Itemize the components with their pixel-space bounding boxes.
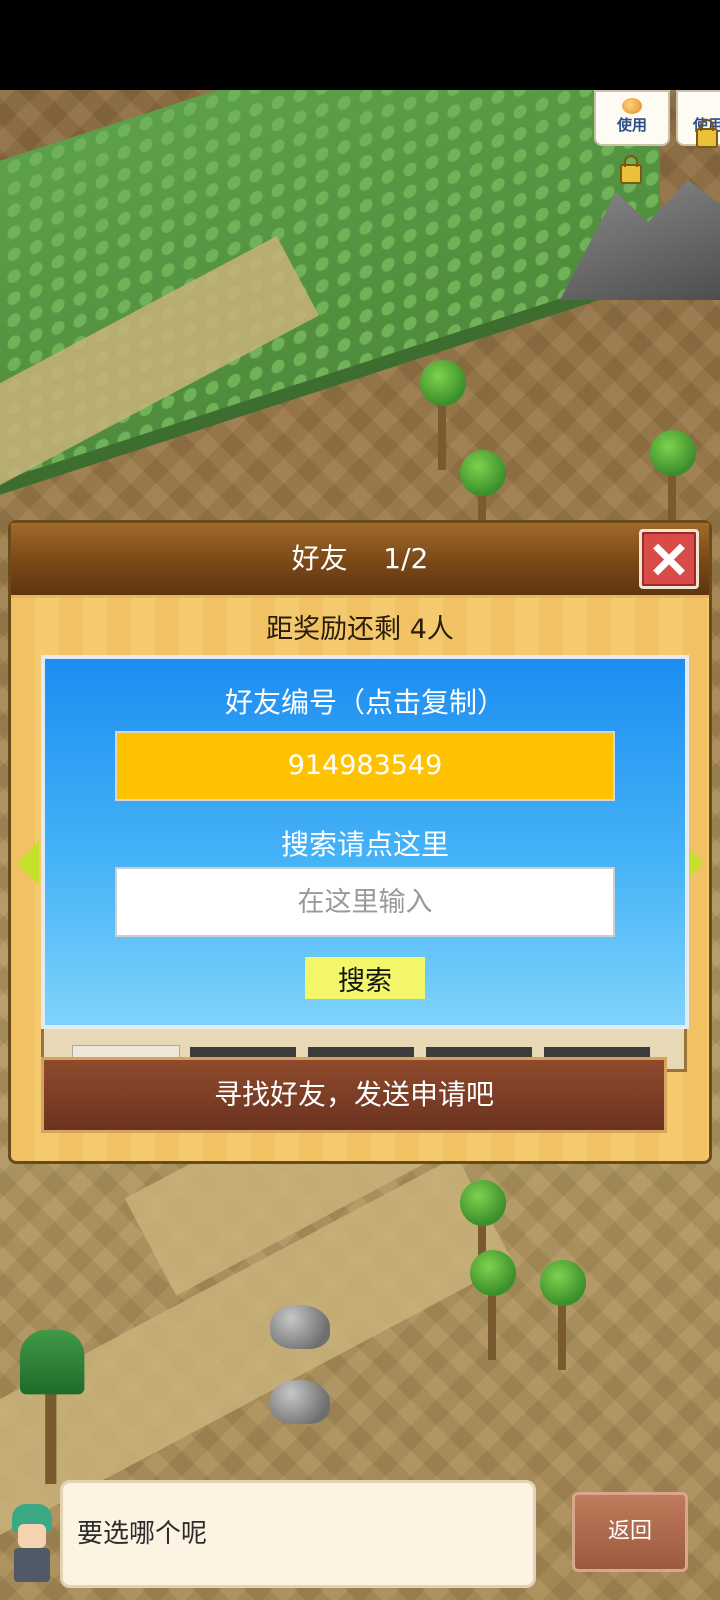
search-button[interactable]: 搜索 (305, 957, 425, 999)
status-bar (0, 0, 720, 90)
use-item-badge[interactable]: 使用 (594, 90, 670, 146)
friend-id-copy-button[interactable]: 914983549 (115, 731, 615, 801)
fruit-icon (622, 98, 642, 114)
search-hint: 搜索请点这里 (280, 828, 449, 861)
lock-icon (696, 119, 718, 148)
arrow-left-icon[interactable] (17, 841, 39, 885)
close-button[interactable] (639, 529, 699, 589)
rock (270, 1305, 330, 1349)
find-friends-banner[interactable]: 寻找好友，发送申请吧 (41, 1057, 667, 1133)
dialog-title: 好友 (291, 542, 348, 575)
bottom-message-bar: 要选哪个呢 返回 (0, 1474, 720, 1600)
back-button[interactable]: 返回 (572, 1492, 688, 1572)
reward-remaining-text: 距奖励还剩 4人 (266, 614, 454, 645)
dialog-header: 好友 1/2 (11, 523, 709, 598)
speech-bubble: 要选哪个呢 (60, 1480, 536, 1588)
lock-icon (620, 155, 642, 184)
friends-dialog: 好友 1/2 距奖励还剩 4人 好友编号（点击复制） 914983549 搜索请… (8, 520, 712, 1164)
avatar (4, 1504, 62, 1584)
friend-id-title: 好友编号（点击复制） (224, 686, 505, 719)
page-indicator: 1/2 (383, 542, 429, 575)
rock (270, 1380, 330, 1424)
friend-search-popup: 好友编号（点击复制） 914983549 搜索请点这里 搜索 (41, 655, 689, 1029)
friend-search-input[interactable] (115, 867, 615, 937)
use-label: 使用 (616, 116, 647, 134)
